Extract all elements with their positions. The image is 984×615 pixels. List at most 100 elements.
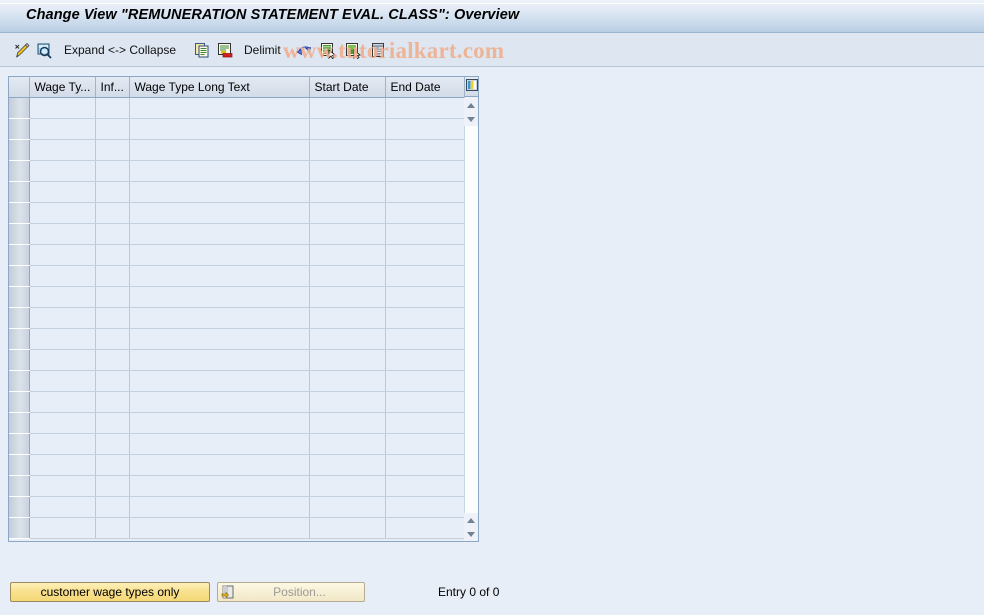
table-cell-startdate[interactable] bbox=[309, 286, 386, 308]
row-selector-cell[interactable] bbox=[9, 96, 30, 119]
table-cell-enddate[interactable] bbox=[385, 265, 465, 287]
customer-wage-types-only-button[interactable]: customer wage types only bbox=[10, 582, 210, 602]
row-selector-cell[interactable] bbox=[9, 474, 30, 497]
table-cell-startdate[interactable] bbox=[309, 433, 386, 455]
table-cell-infotype[interactable] bbox=[95, 160, 130, 182]
toolbar-select-block-button[interactable] bbox=[370, 33, 387, 67]
table-cell-startdate[interactable] bbox=[309, 181, 386, 203]
table-cell-wagetype[interactable] bbox=[29, 412, 96, 434]
table-cell-longtext[interactable] bbox=[129, 223, 310, 245]
table-cell-startdate[interactable] bbox=[309, 496, 386, 518]
table-cell-longtext[interactable] bbox=[129, 286, 310, 308]
table-cell-enddate[interactable] bbox=[385, 244, 465, 266]
table-cell-wagetype[interactable] bbox=[29, 454, 96, 476]
column-header-start-date[interactable]: Start Date bbox=[309, 77, 386, 98]
table-row[interactable] bbox=[9, 495, 465, 518]
table-row[interactable] bbox=[9, 432, 465, 455]
table-cell-startdate[interactable] bbox=[309, 139, 386, 161]
table-cell-infotype[interactable] bbox=[95, 307, 130, 329]
row-selector-cell[interactable] bbox=[9, 432, 30, 455]
table-row[interactable] bbox=[9, 285, 465, 308]
table-cell-enddate[interactable] bbox=[385, 496, 465, 518]
table-cell-infotype[interactable] bbox=[95, 139, 130, 161]
table-cell-wagetype[interactable] bbox=[29, 517, 96, 539]
table-row[interactable] bbox=[9, 243, 465, 266]
table-cell-longtext[interactable] bbox=[129, 496, 310, 518]
row-selector-cell[interactable] bbox=[9, 453, 30, 476]
toolbar-deselect-all-button[interactable] bbox=[345, 33, 362, 67]
table-row[interactable] bbox=[9, 348, 465, 371]
table-cell-enddate[interactable] bbox=[385, 517, 465, 539]
table-cell-wagetype[interactable] bbox=[29, 370, 96, 392]
table-cell-startdate[interactable] bbox=[309, 265, 386, 287]
table-row[interactable] bbox=[9, 306, 465, 329]
table-cell-longtext[interactable] bbox=[129, 118, 310, 140]
table-row[interactable] bbox=[9, 369, 465, 392]
table-cell-infotype[interactable] bbox=[95, 286, 130, 308]
table-vertical-scrollbar[interactable] bbox=[464, 77, 478, 541]
table-row[interactable] bbox=[9, 474, 465, 497]
table-cell-wagetype[interactable] bbox=[29, 391, 96, 413]
table-cell-infotype[interactable] bbox=[95, 475, 130, 497]
table-cell-longtext[interactable] bbox=[129, 475, 310, 497]
row-selector-cell[interactable] bbox=[9, 516, 30, 539]
table-cell-wagetype[interactable] bbox=[29, 328, 96, 350]
row-selector-cell[interactable] bbox=[9, 222, 30, 245]
table-cell-longtext[interactable] bbox=[129, 244, 310, 266]
table-cell-startdate[interactable] bbox=[309, 160, 386, 182]
table-row[interactable] bbox=[9, 117, 465, 140]
table-cell-wagetype[interactable] bbox=[29, 118, 96, 140]
table-row[interactable] bbox=[9, 96, 465, 119]
table-cell-longtext[interactable] bbox=[129, 160, 310, 182]
table-cell-wagetype[interactable] bbox=[29, 181, 96, 203]
table-cell-wagetype[interactable] bbox=[29, 307, 96, 329]
table-cell-startdate[interactable] bbox=[309, 391, 386, 413]
table-cell-startdate[interactable] bbox=[309, 475, 386, 497]
row-selector-header[interactable] bbox=[9, 77, 30, 98]
row-selector-cell[interactable] bbox=[9, 327, 30, 350]
column-header-long-text[interactable]: Wage Type Long Text bbox=[129, 77, 310, 98]
table-cell-enddate[interactable] bbox=[385, 139, 465, 161]
toolbar-copy-button[interactable] bbox=[194, 33, 211, 67]
table-cell-enddate[interactable] bbox=[385, 202, 465, 224]
row-selector-cell[interactable] bbox=[9, 264, 30, 287]
table-cell-enddate[interactable] bbox=[385, 391, 465, 413]
table-cell-enddate[interactable] bbox=[385, 97, 465, 119]
row-selector-cell[interactable] bbox=[9, 159, 30, 182]
table-cell-longtext[interactable] bbox=[129, 139, 310, 161]
column-header-wage-type[interactable]: Wage Ty... bbox=[29, 77, 96, 98]
table-cell-wagetype[interactable] bbox=[29, 202, 96, 224]
table-cell-wagetype[interactable] bbox=[29, 265, 96, 287]
table-cell-longtext[interactable] bbox=[129, 412, 310, 434]
toolbar-delete-button[interactable] bbox=[217, 33, 234, 67]
position-button[interactable]: Position... bbox=[217, 582, 365, 602]
toolbar-display-button[interactable] bbox=[36, 33, 53, 67]
table-cell-longtext[interactable] bbox=[129, 349, 310, 371]
row-selector-cell[interactable] bbox=[9, 180, 30, 203]
table-cell-longtext[interactable] bbox=[129, 328, 310, 350]
table-cell-longtext[interactable] bbox=[129, 265, 310, 287]
table-cell-wagetype[interactable] bbox=[29, 97, 96, 119]
table-cell-infotype[interactable] bbox=[95, 118, 130, 140]
row-selector-cell[interactable] bbox=[9, 201, 30, 224]
table-cell-enddate[interactable] bbox=[385, 118, 465, 140]
table-row[interactable] bbox=[9, 264, 465, 287]
table-cell-enddate[interactable] bbox=[385, 286, 465, 308]
table-cell-startdate[interactable] bbox=[309, 328, 386, 350]
table-cell-wagetype[interactable] bbox=[29, 433, 96, 455]
table-cell-enddate[interactable] bbox=[385, 349, 465, 371]
row-selector-cell[interactable] bbox=[9, 306, 30, 329]
scroll-up-button-bottom[interactable] bbox=[464, 513, 478, 527]
table-cell-infotype[interactable] bbox=[95, 517, 130, 539]
toolbar-delimit-button[interactable]: Delimit bbox=[244, 33, 281, 67]
table-cell-startdate[interactable] bbox=[309, 202, 386, 224]
table-cell-wagetype[interactable] bbox=[29, 160, 96, 182]
row-selector-cell[interactable] bbox=[9, 411, 30, 434]
table-row[interactable] bbox=[9, 411, 465, 434]
table-cell-infotype[interactable] bbox=[95, 454, 130, 476]
scroll-up-button-top[interactable] bbox=[464, 98, 478, 112]
table-row[interactable] bbox=[9, 222, 465, 245]
table-cell-infotype[interactable] bbox=[95, 391, 130, 413]
table-cell-infotype[interactable] bbox=[95, 223, 130, 245]
toolbar-display-change-button[interactable] bbox=[14, 33, 31, 67]
